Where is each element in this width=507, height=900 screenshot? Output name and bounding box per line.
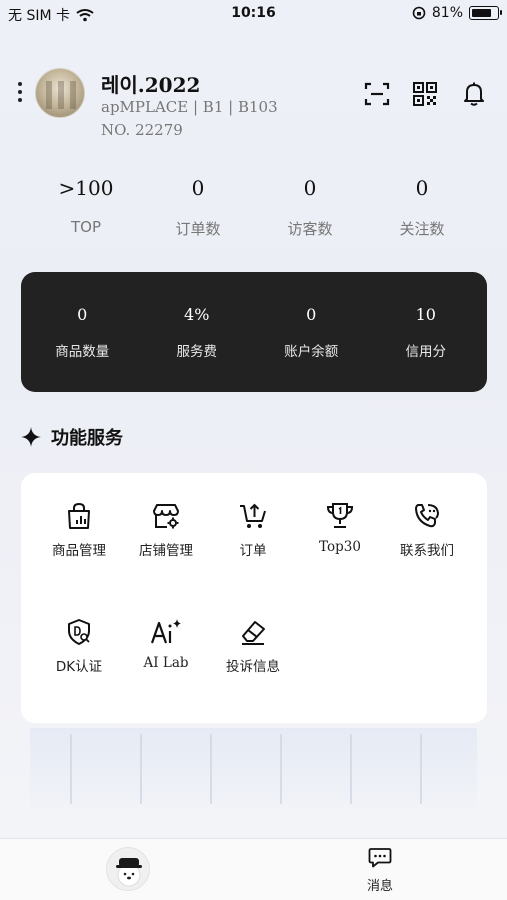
stat-orders[interactable]: 0 订单数 bbox=[142, 176, 254, 246]
summary-credit-score[interactable]: 10 信用分 bbox=[369, 272, 484, 392]
eraser-icon bbox=[242, 621, 265, 645]
status-bar: 无 SIM 卡 10:16 81% bbox=[0, 0, 507, 28]
user-number: NO. 22279 bbox=[101, 121, 183, 139]
summary-label: 信用分 bbox=[405, 344, 447, 360]
summary-card: 0 商品数量 4% 服务费 0 账户余额 10 信用分 bbox=[21, 272, 487, 392]
function-contact-us[interactable]: 联系我们 bbox=[384, 501, 470, 559]
tab-messages[interactable]: 消息 bbox=[352, 847, 408, 894]
phone-chat-icon bbox=[415, 504, 440, 528]
stats-row: >100 TOP 0 订单数 0 访客数 0 关注数 bbox=[30, 176, 478, 246]
profile-header: 레이.2022 apMPLACE | B1 | B103 NO. 22279 bbox=[0, 66, 507, 139]
function-store-management[interactable]: 店铺管理 bbox=[123, 501, 209, 559]
function-complaints[interactable]: 投诉信息 bbox=[210, 617, 296, 675]
function-top30[interactable]: Top30 bbox=[297, 501, 383, 555]
orientation-lock-icon bbox=[412, 6, 426, 20]
summary-value: 0 bbox=[77, 305, 88, 324]
trophy-icon bbox=[326, 503, 354, 528]
function-ai-lab[interactable]: AI Lab bbox=[123, 617, 209, 671]
stat-value: 0 bbox=[415, 176, 429, 200]
user-location: apMPLACE | B1 | B103 bbox=[101, 98, 278, 116]
summary-label: 服务费 bbox=[176, 344, 218, 360]
summary-value: 4% bbox=[184, 305, 210, 324]
battery-percent: 81% bbox=[431, 5, 463, 21]
chat-bubble-icon bbox=[368, 848, 392, 868]
function-product-management[interactable]: 商品管理 bbox=[36, 501, 122, 559]
ai-sparkle-icon bbox=[150, 619, 181, 644]
function-label: DK认证 bbox=[55, 659, 103, 675]
stat-label: 订单数 bbox=[175, 220, 221, 238]
sparkle-icon bbox=[21, 427, 41, 447]
function-dk-certification[interactable]: DK认证 bbox=[36, 617, 122, 675]
function-label: 订单 bbox=[239, 543, 267, 559]
user-name: 레이.2022 bbox=[101, 73, 201, 97]
summary-label: 商品数量 bbox=[55, 344, 110, 360]
stat-visitors[interactable]: 0 访客数 bbox=[254, 176, 366, 246]
section-title: 功能服务 bbox=[51, 428, 123, 449]
section-header: 功能服务 bbox=[21, 424, 123, 450]
scan-icon[interactable] bbox=[363, 80, 391, 108]
summary-product-count[interactable]: 0 商品数量 bbox=[25, 272, 140, 392]
tab-bar: 消息 bbox=[0, 838, 507, 900]
summary-balance[interactable]: 0 账户余额 bbox=[254, 272, 369, 392]
avatar[interactable] bbox=[35, 68, 85, 118]
qr-code-icon[interactable] bbox=[411, 80, 439, 108]
function-label: Top30 bbox=[319, 539, 361, 555]
shopping-bag-chart-icon bbox=[68, 502, 90, 529]
function-label: AI Lab bbox=[143, 655, 189, 671]
bear-avatar-icon bbox=[116, 858, 142, 887]
stat-value: 0 bbox=[303, 176, 317, 200]
function-label: 商品管理 bbox=[52, 543, 106, 559]
function-label: 投诉信息 bbox=[226, 659, 280, 675]
summary-service-fee[interactable]: 4% 服务费 bbox=[140, 272, 255, 392]
stat-label: 关注数 bbox=[399, 220, 445, 238]
stat-value: >100 bbox=[58, 176, 114, 200]
stat-top[interactable]: >100 TOP bbox=[30, 176, 142, 246]
shield-search-icon bbox=[68, 619, 90, 645]
stat-label: TOP bbox=[70, 218, 101, 236]
more-menu-icon[interactable] bbox=[18, 82, 24, 104]
tab-label: 消息 bbox=[366, 879, 393, 894]
function-grid: 商品管理 店铺管理 订单 Top30 联系我们 DK认证 AI Lab 投诉信息 bbox=[21, 473, 487, 723]
summary-value: 10 bbox=[415, 305, 436, 324]
background-image bbox=[30, 728, 477, 818]
summary-label: 账户余额 bbox=[284, 344, 339, 360]
battery-icon bbox=[469, 6, 502, 20]
function-orders[interactable]: 订单 bbox=[210, 501, 296, 559]
tab-home-avatar[interactable] bbox=[106, 847, 150, 891]
stat-label: 访客数 bbox=[287, 220, 333, 238]
cart-upload-icon bbox=[240, 503, 266, 528]
store-settings-icon bbox=[153, 504, 179, 529]
bell-icon[interactable] bbox=[460, 80, 488, 108]
stat-value: 0 bbox=[191, 176, 205, 200]
summary-value: 0 bbox=[306, 305, 317, 324]
stat-followers[interactable]: 0 关注数 bbox=[366, 176, 478, 246]
function-label: 联系我们 bbox=[400, 543, 454, 559]
function-label: 店铺管理 bbox=[139, 543, 193, 559]
